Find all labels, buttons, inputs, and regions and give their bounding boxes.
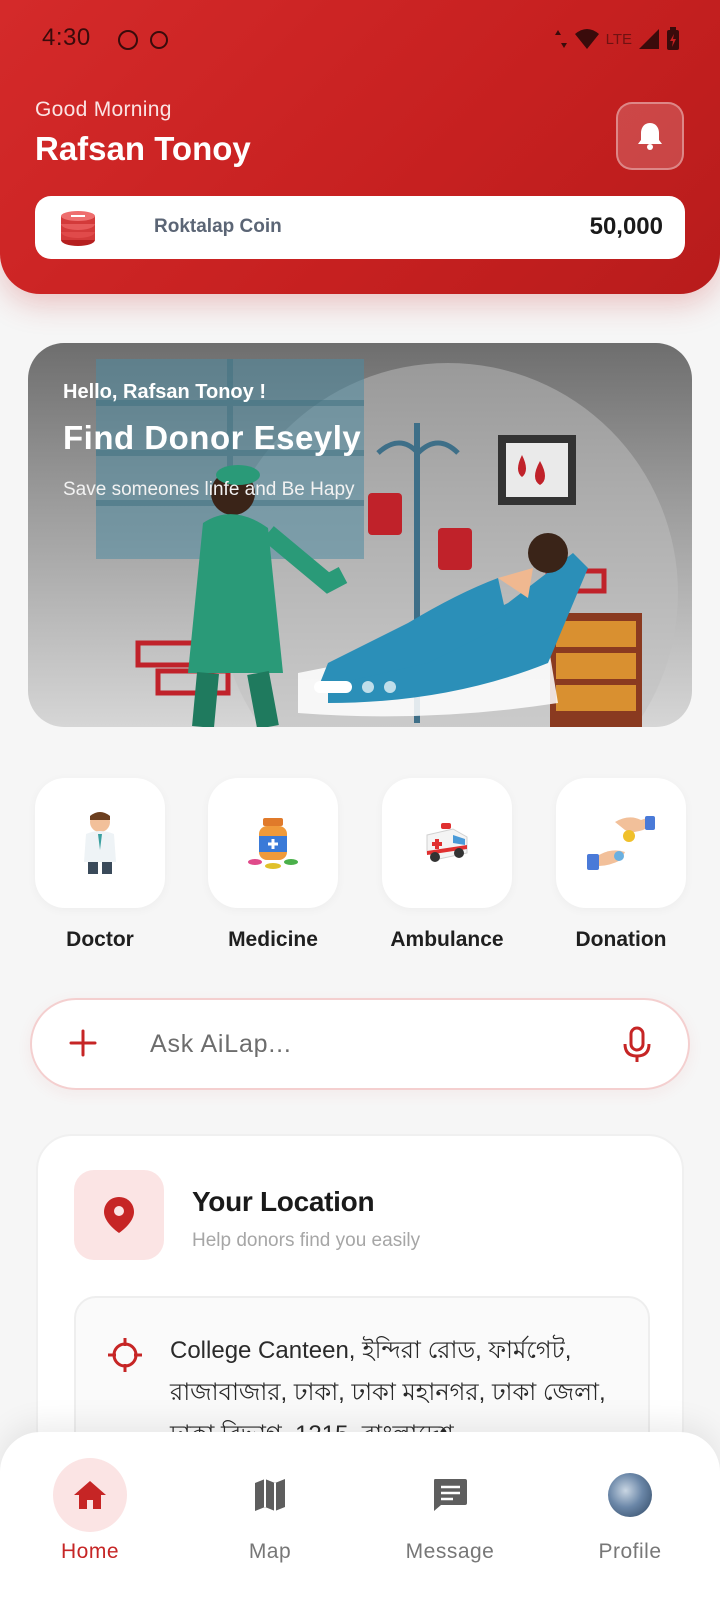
ask-ailap-bar[interactable]: Ask AiLap... bbox=[30, 998, 690, 1090]
nav-label: Profile bbox=[598, 1540, 662, 1563]
medicine-icon bbox=[248, 818, 298, 869]
quick-action-doctor[interactable]: Doctor bbox=[35, 778, 165, 952]
quick-action-label: Medicine bbox=[228, 928, 318, 951]
carousel-indicator bbox=[314, 681, 396, 693]
doctor-icon bbox=[84, 812, 116, 874]
nav-message[interactable]: Message bbox=[380, 1458, 520, 1564]
quick-action-doctor-box[interactable] bbox=[35, 778, 165, 908]
nav-label: Map bbox=[248, 1540, 292, 1563]
nav-profile-icon-wrap[interactable] bbox=[593, 1458, 667, 1532]
nav-home[interactable]: Home bbox=[20, 1458, 160, 1564]
quick-action-medicine-box[interactable] bbox=[208, 778, 338, 908]
location-icon-box bbox=[74, 1170, 164, 1260]
donation-icon bbox=[587, 816, 655, 870]
quick-action-label: Ambulance bbox=[390, 928, 504, 951]
location-card: Your Location Help donors find you easil… bbox=[36, 1134, 684, 1496]
home-icon bbox=[74, 1481, 106, 1509]
coin-icon bbox=[61, 211, 95, 246]
bottom-navigation: Home Map Message Profile bbox=[0, 1432, 720, 1612]
bell-icon bbox=[638, 123, 662, 150]
ambulance-icon bbox=[426, 823, 468, 862]
plus-icon[interactable] bbox=[68, 1028, 98, 1058]
greeting-text: Good Morning bbox=[35, 98, 172, 121]
status-right-icons: LTE bbox=[554, 27, 680, 51]
quick-action-donation-box[interactable] bbox=[556, 778, 686, 908]
carousel-dot[interactable] bbox=[384, 681, 396, 693]
wifi-icon bbox=[574, 29, 599, 49]
nav-message-icon-wrap[interactable] bbox=[413, 1458, 487, 1532]
nav-map[interactable]: Map bbox=[200, 1458, 340, 1564]
quick-action-donation[interactable]: Donation bbox=[556, 778, 686, 952]
promo-banner[interactable]: Hello, Rafsan Tonoy ! Find Donor Eseyly … bbox=[28, 343, 692, 727]
location-pin-icon bbox=[104, 1197, 134, 1233]
carousel-dot[interactable] bbox=[362, 681, 374, 693]
header: 4:30 LTE Good Morning Rafsan Tonoy Rokta… bbox=[0, 0, 720, 294]
nav-profile[interactable]: Profile bbox=[560, 1458, 700, 1564]
ask-ailap-input[interactable]: Ask AiLap... bbox=[150, 1030, 292, 1059]
location-title: Your Location bbox=[192, 1186, 375, 1217]
nav-label: Home bbox=[60, 1540, 120, 1563]
message-icon bbox=[434, 1479, 467, 1511]
carousel-dot-active[interactable] bbox=[314, 681, 352, 693]
coin-balance-card[interactable]: Roktalap Coin 50,000 bbox=[35, 196, 685, 259]
media-status-icon bbox=[150, 31, 168, 49]
battery-icon bbox=[667, 27, 679, 50]
quick-action-ambulance-box[interactable] bbox=[382, 778, 512, 908]
quick-action-ambulance[interactable]: Ambulance bbox=[382, 778, 512, 952]
quick-action-label: Doctor bbox=[66, 928, 134, 951]
data-arrows-icon bbox=[554, 30, 567, 48]
quick-action-medicine[interactable]: Medicine bbox=[208, 778, 338, 952]
map-icon bbox=[255, 1479, 285, 1511]
microphone-icon[interactable] bbox=[622, 1026, 652, 1064]
banner-title: Find Donor Eseyly bbox=[63, 419, 362, 456]
profile-avatar[interactable] bbox=[608, 1473, 652, 1517]
notification-status-icon bbox=[118, 30, 138, 50]
signal-icon bbox=[639, 29, 659, 49]
nav-map-icon-wrap[interactable] bbox=[233, 1458, 307, 1532]
coin-value: 50,000 bbox=[589, 213, 663, 240]
user-name: Rafsan Tonoy bbox=[35, 130, 251, 167]
crosshair-icon bbox=[108, 1338, 142, 1372]
status-time: 4:30 bbox=[42, 24, 91, 51]
banner-hello: Hello, Rafsan Tonoy ! bbox=[63, 381, 266, 403]
notifications-button[interactable] bbox=[616, 102, 684, 170]
banner-subtitle: Save someones linfe and Be Hapy bbox=[63, 479, 355, 500]
location-subtitle: Help donors find you easily bbox=[192, 1230, 421, 1251]
nav-home-icon-wrap[interactable] bbox=[53, 1458, 127, 1532]
nav-label: Message bbox=[405, 1540, 495, 1563]
quick-action-label: Donation bbox=[575, 928, 667, 951]
coin-label: Roktalap Coin bbox=[154, 216, 282, 237]
network-type: LTE bbox=[605, 30, 632, 48]
